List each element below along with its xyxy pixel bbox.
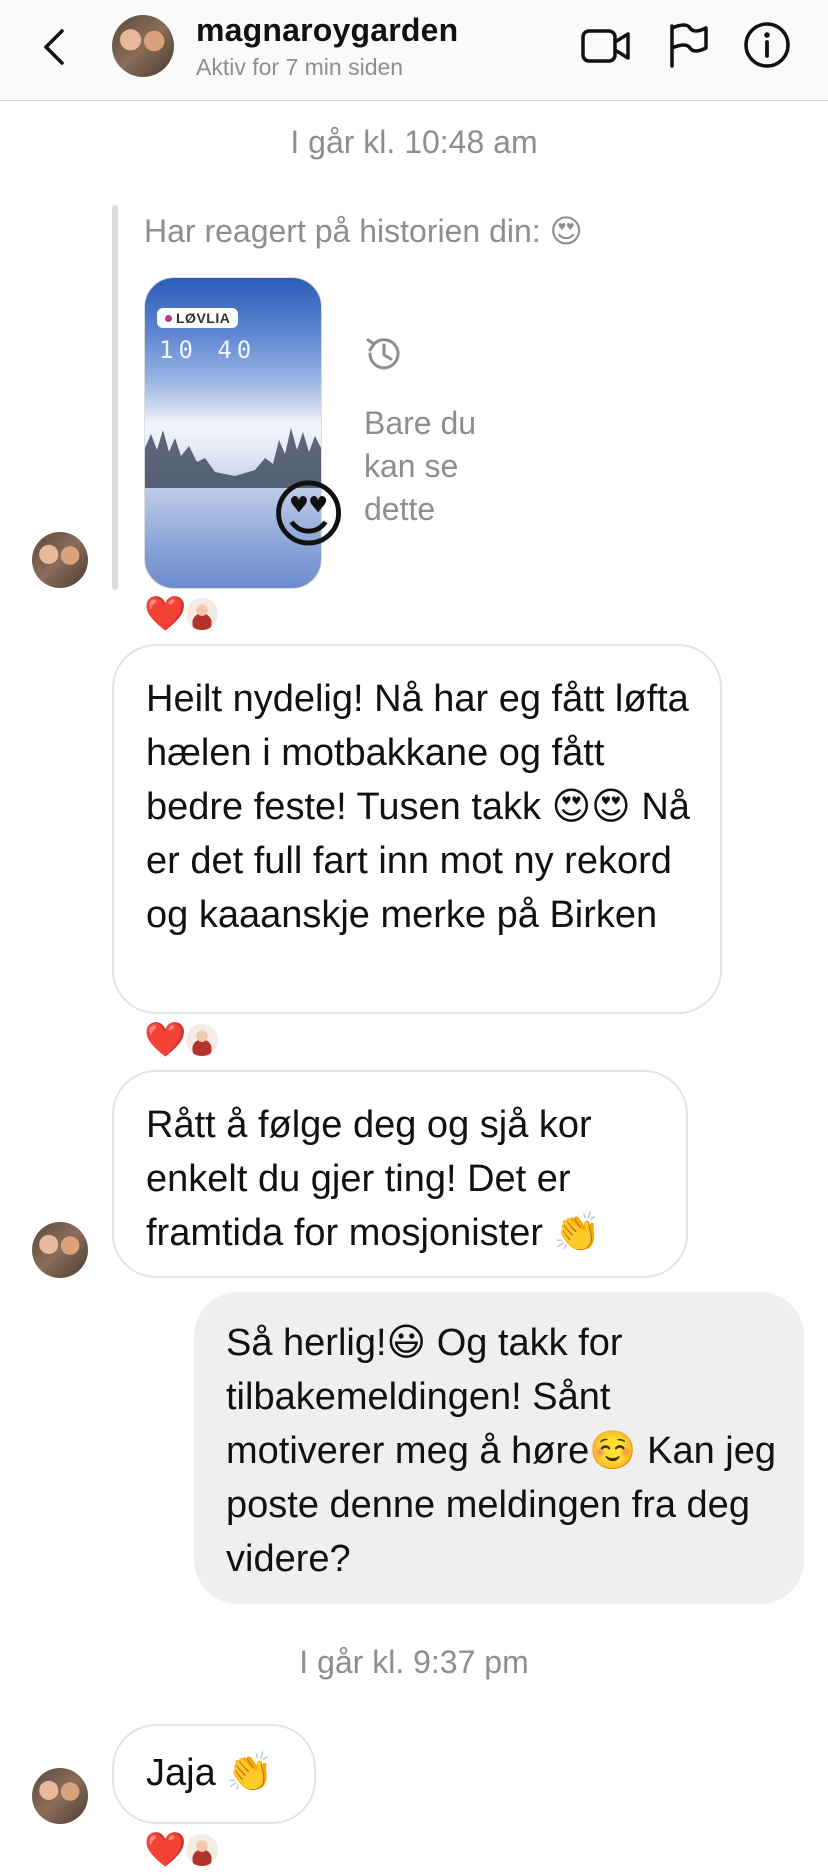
story-reaction-label: Har reagert på historien din: 😍 <box>144 213 583 249</box>
story-reaction-emoji: 😍 <box>270 473 348 556</box>
timestamp-divider: I går kl. 9:37 pm <box>299 1644 529 1680</box>
chat-header: magnaroygarden Aktiv for 7 min siden <box>0 0 828 101</box>
contact-avatar[interactable] <box>112 15 174 77</box>
back-chevron-icon <box>44 29 64 65</box>
timestamp-divider: I går kl. 10:48 am <box>290 124 538 160</box>
sender-avatar[interactable] <box>32 532 88 588</box>
reactor-avatar <box>184 1832 220 1868</box>
flag-icon <box>670 23 708 68</box>
active-status: Aktiv for 7 min siden <box>196 54 404 80</box>
incoming-message-bubble[interactable]: Rått å følge deg og sjå kor enkelt du gj… <box>112 1070 688 1278</box>
incoming-message-bubble[interactable]: Jaja 👏 <box>112 1724 316 1824</box>
reactor-avatar <box>184 596 220 632</box>
history-icon <box>362 332 406 381</box>
info-icon <box>744 22 790 68</box>
reply-indicator-bar <box>112 205 118 590</box>
incoming-message-bubble[interactable]: Heilt nydelig! Nå har eg fått løfta hæle… <box>112 644 722 1014</box>
heart-reaction-icon: ❤️ <box>144 595 187 633</box>
reactor-avatar <box>184 1022 220 1058</box>
report-flag-button[interactable] <box>666 22 710 75</box>
back-button[interactable] <box>36 22 76 72</box>
contact-username[interactable]: magnaroygarden <box>196 12 458 49</box>
sender-avatar[interactable] <box>32 1768 88 1824</box>
visibility-note: Bare du kan se dette <box>364 405 477 527</box>
heart-reaction-icon: ❤️ <box>144 1021 187 1059</box>
story-location-sticker: LØVLIA <box>157 308 239 328</box>
video-call-button[interactable] <box>580 26 632 71</box>
sender-avatar[interactable] <box>32 1222 88 1278</box>
video-call-icon <box>581 29 630 63</box>
conversation-info-button[interactable] <box>742 20 792 75</box>
outgoing-message-bubble[interactable]: Så herlig!😃 Og takk for tilbakemeldingen… <box>194 1292 804 1604</box>
heart-reaction-icon: ❤️ <box>144 1831 187 1869</box>
story-time-sticker: 10 40 <box>159 336 257 364</box>
